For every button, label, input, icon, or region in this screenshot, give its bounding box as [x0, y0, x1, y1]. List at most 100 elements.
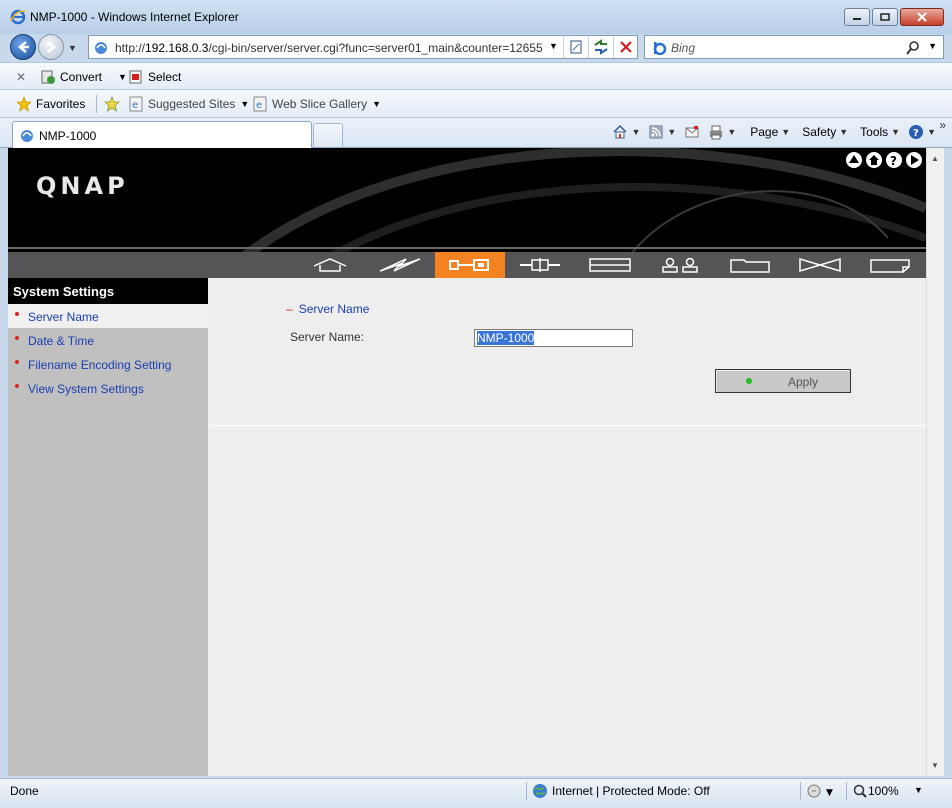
help-button[interactable]: ? ▼	[908, 124, 936, 140]
security-zone[interactable]: Internet | Protected Mode: Off	[532, 783, 710, 799]
bullet-icon	[15, 360, 19, 364]
apply-button[interactable]: Apply	[715, 369, 851, 393]
protected-mode-icon[interactable]: ▼	[806, 783, 836, 799]
settings-sidebar: System Settings Server Name Date & Time …	[8, 278, 208, 776]
close-toolbar-icon[interactable]: ✕	[16, 70, 26, 84]
web-slice-gallery-link[interactable]: e Web Slice Gallery ▼	[252, 96, 381, 112]
mail-icon	[685, 126, 699, 138]
bullet-icon	[15, 312, 19, 316]
forward-button[interactable]	[38, 34, 64, 60]
nav-statistics-logs[interactable]	[855, 252, 925, 278]
stop-button[interactable]	[613, 36, 637, 58]
scroll-up-icon[interactable]: ▲	[931, 154, 939, 163]
tools-menu-label: Tools	[860, 125, 889, 139]
favorites-bar: Favorites e Suggested Sites ▼ e Web Slic…	[0, 90, 952, 118]
zoom-level[interactable]: 100%	[852, 783, 899, 799]
minimize-button[interactable]	[844, 8, 870, 26]
nav-network-settings[interactable]	[505, 252, 575, 278]
suggested-sites-dropdown-icon[interactable]: ▼	[240, 99, 249, 109]
nav-quick-config[interactable]	[365, 252, 435, 278]
favorites-star-icon	[16, 96, 32, 112]
search-options-dropdown-icon[interactable]: ▼	[928, 41, 937, 51]
scroll-down-icon[interactable]: ▼	[931, 761, 939, 770]
select-button[interactable]: Select	[128, 69, 181, 85]
url-text[interactable]: http://192.168.0.3/cgi-bin/server/server…	[115, 41, 543, 55]
favorites-button[interactable]: Favorites	[16, 96, 85, 112]
nav-network-share[interactable]	[715, 252, 785, 278]
back-arrow-icon	[18, 41, 29, 53]
safety-menu-label: Safety	[802, 125, 837, 139]
page-icon	[21, 130, 33, 142]
convert-label: Convert	[60, 70, 103, 84]
help-dropdown-icon[interactable]: ▼	[927, 127, 936, 137]
tools-menu-dropdown-icon: ▼	[891, 127, 901, 137]
qnap-banner: QNAP ?	[8, 148, 926, 252]
convert-button[interactable]: Convert ▼	[40, 69, 127, 85]
tools-menu[interactable]: Tools ▼	[860, 125, 900, 139]
convert-dropdown-icon[interactable]: ▼	[118, 72, 127, 82]
safety-menu[interactable]: Safety ▼	[802, 125, 848, 139]
read-mail-button[interactable]	[684, 124, 700, 140]
sidebar-item-server-name[interactable]: Server Name	[8, 304, 208, 328]
device-icon	[589, 258, 631, 272]
nav-system-tools[interactable]	[785, 252, 855, 278]
recent-pages-dropdown[interactable]: ▼	[68, 43, 77, 53]
home-button[interactable]: ▼	[612, 124, 640, 140]
sidebar-item-filename-encoding[interactable]: Filename Encoding Setting	[8, 352, 208, 376]
nav-system-settings[interactable]	[435, 252, 505, 278]
page-menu-label: Page	[750, 125, 779, 139]
close-window-button[interactable]	[900, 8, 944, 26]
sidebar-item-label: Date & Time	[28, 334, 95, 348]
refresh-button[interactable]	[588, 36, 612, 58]
status-text: Done	[10, 784, 39, 798]
home-icon	[869, 155, 879, 165]
feeds-dropdown-icon[interactable]: ▼	[667, 127, 676, 137]
bullet-icon	[15, 336, 19, 340]
status-bar: Done Internet | Protected Mode: Off ▼ 10…	[0, 778, 952, 808]
apply-label: Apply	[788, 375, 819, 389]
banner-help-button[interactable]: ?	[886, 152, 902, 168]
suggested-sites-label: Suggested Sites	[148, 97, 236, 111]
help-icon: ?	[909, 125, 924, 139]
suggested-sites-link[interactable]: e Suggested Sites ▼	[128, 96, 249, 112]
back-button[interactable]	[10, 34, 36, 60]
sidebar-header: System Settings	[8, 278, 208, 304]
add-to-favorites-bar-button[interactable]	[104, 96, 124, 112]
address-bar[interactable]: http://192.168.0.3/cgi-bin/server/server…	[88, 35, 638, 59]
title-bar: NMP-1000 - Windows Internet Explorer	[0, 0, 952, 34]
svg-text:▼: ▼	[826, 788, 833, 798]
banner-home-button[interactable]	[866, 152, 882, 168]
banner-logout-button[interactable]	[906, 152, 922, 168]
home-dropdown-icon[interactable]: ▼	[631, 127, 640, 137]
nav-device-configuration[interactable]	[575, 252, 645, 278]
collapse-dash-icon[interactable]: –	[286, 302, 293, 316]
new-tab-button[interactable]	[313, 123, 343, 147]
toolbar-overflow-chevron-icon[interactable]: »	[939, 118, 946, 132]
print-button[interactable]: ▼	[708, 124, 736, 140]
server-name-input[interactable]: NMP-1000	[474, 329, 633, 347]
feeds-button[interactable]: ▼	[648, 124, 676, 140]
compatibility-view-button[interactable]	[563, 36, 587, 58]
search-icon[interactable]	[905, 39, 921, 57]
ie-command-bar: ▼ ▼ ▼ Page ▼ Safety ▼ Tools ▼ ? ▼	[604, 124, 936, 140]
maximize-button[interactable]	[872, 8, 898, 26]
help-icon: ?	[890, 154, 897, 168]
sidebar-item-date-time[interactable]: Date & Time	[8, 328, 208, 352]
zoom-dropdown-icon[interactable]: ▼	[914, 785, 923, 795]
convert-icon	[41, 70, 55, 84]
print-dropdown-icon[interactable]: ▼	[727, 127, 736, 137]
tab-nmp-1000[interactable]: NMP-1000	[12, 121, 312, 148]
nav-user-management[interactable]	[645, 252, 715, 278]
svg-text:?: ?	[890, 154, 897, 168]
page-menu[interactable]: Page ▼	[750, 125, 790, 139]
play-icon	[911, 155, 919, 165]
address-dropdown-arrow-icon[interactable]: ▼	[549, 41, 558, 51]
banner-up-button[interactable]	[846, 152, 862, 168]
sidebar-item-label: Filename Encoding Setting	[28, 358, 172, 372]
web-slice-dropdown-icon[interactable]: ▼	[372, 99, 381, 109]
sidebar-item-view-system-settings[interactable]: View System Settings	[8, 376, 208, 400]
search-box[interactable]: Bing ▼	[644, 35, 944, 59]
nav-home[interactable]	[295, 252, 365, 278]
svg-text:?: ?	[913, 128, 919, 139]
vertical-scrollbar[interactable]: ▲ ▼	[926, 148, 944, 776]
